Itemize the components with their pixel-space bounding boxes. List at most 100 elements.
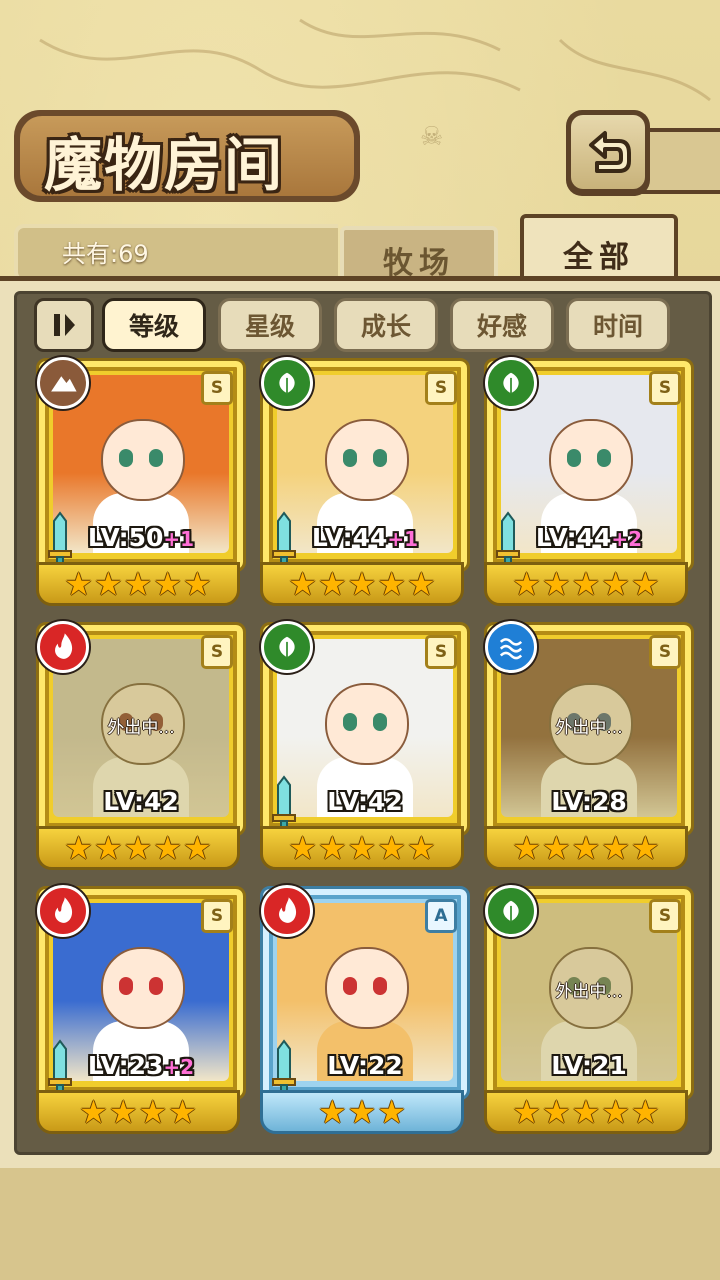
- fire-element-icon: [37, 621, 89, 673]
- sort-level-button[interactable]: 等级: [102, 298, 206, 352]
- star-icon: ★: [512, 829, 541, 867]
- rank-badge: S: [649, 899, 681, 933]
- away-status: 外出中...: [107, 718, 175, 738]
- star-icon: ★: [347, 1093, 377, 1131]
- star-icon: ★: [407, 829, 436, 867]
- star-rating: ★ ★ ★ ★: [36, 1090, 240, 1134]
- star-icon: ★: [407, 565, 436, 603]
- star-icon: ★: [571, 565, 601, 603]
- portrait-eye: [597, 449, 611, 467]
- star-icon: ★: [541, 565, 571, 603]
- monster-card[interactable]: S 外出中... LV:42 ★ ★ ★ ★ ★: [36, 621, 246, 874]
- portrait-eye: [343, 713, 357, 731]
- level-plus: +2: [611, 527, 643, 551]
- level-label: LV:23+2: [39, 1051, 243, 1080]
- level-value: LV:42: [327, 787, 403, 816]
- portrait-eye: [567, 449, 581, 467]
- card-frame: S LV:44+2: [484, 357, 694, 572]
- star-rating: ★ ★ ★: [260, 1090, 464, 1134]
- monster-card[interactable]: S 外出中... LV:21 ★ ★ ★ ★ ★: [484, 885, 694, 1138]
- star-icon: ★: [123, 565, 153, 603]
- star-icon: ★: [347, 565, 377, 603]
- monster-card[interactable]: S LV:42 ★ ★ ★ ★ ★: [260, 621, 470, 874]
- portrait-eye: [343, 977, 357, 995]
- star-icon: ★: [601, 829, 631, 867]
- portrait-face: [549, 419, 633, 501]
- star-icon: ★: [377, 565, 407, 603]
- star-icon: ★: [631, 565, 660, 603]
- monster-card[interactable]: S LV:44+1 ★ ★ ★ ★ ★: [260, 357, 470, 610]
- star-icon: ★: [631, 829, 660, 867]
- star-rating: ★ ★ ★ ★ ★: [484, 562, 688, 606]
- page-title: 魔物房间: [44, 131, 285, 199]
- star-icon: ★: [512, 1093, 541, 1131]
- wood-element-icon: [261, 621, 313, 673]
- sort-time-button[interactable]: 时间: [566, 298, 670, 352]
- title-banner: 魔物房间: [14, 110, 360, 202]
- sort-order-icon: [54, 314, 75, 336]
- star-icon: ★: [317, 565, 347, 603]
- rank-badge: S: [649, 635, 681, 669]
- monster-count: 共有:69: [62, 240, 149, 268]
- portrait-eye: [373, 713, 387, 731]
- star-icon: ★: [153, 829, 183, 867]
- portrait-face: [325, 683, 409, 765]
- monster-card[interactable]: S LV:44+2 ★ ★ ★ ★ ★: [484, 357, 694, 610]
- star-icon: ★: [168, 1093, 197, 1131]
- sort-growth-button[interactable]: 成长: [334, 298, 438, 352]
- star-icon: ★: [601, 1093, 631, 1131]
- card-frame: S LV:23+2: [36, 885, 246, 1100]
- star-icon: ★: [108, 1093, 138, 1131]
- rank-badge: S: [649, 371, 681, 405]
- monster-card[interactable]: S 外出中... LV:28 ★ ★ ★ ★ ★: [484, 621, 694, 874]
- star-icon: ★: [183, 829, 212, 867]
- star-icon: ★: [153, 565, 183, 603]
- star-icon: ★: [288, 829, 317, 867]
- level-label: LV:44+2: [487, 523, 691, 552]
- earth-element-icon: [37, 357, 89, 409]
- monster-card[interactable]: A LV:22 ★ ★ ★: [260, 885, 470, 1138]
- sort-affection-button[interactable]: 好感: [450, 298, 554, 352]
- star-rating: ★ ★ ★ ★ ★: [36, 826, 240, 870]
- card-frame: S LV:44+1: [260, 357, 470, 572]
- portrait-eye: [343, 449, 357, 467]
- rank-badge: S: [201, 635, 233, 669]
- rank-badge: S: [201, 371, 233, 405]
- star-icon: ★: [123, 829, 153, 867]
- rank-badge: A: [425, 899, 457, 933]
- portrait-face: [101, 947, 185, 1029]
- portrait-face: [325, 947, 409, 1029]
- fire-element-icon: [37, 885, 89, 937]
- away-status: 外出中...: [555, 718, 623, 738]
- rank-badge: S: [425, 371, 457, 405]
- monster-card[interactable]: S LV:23+2 ★ ★ ★ ★: [36, 885, 246, 1138]
- monster-card[interactable]: S LV:50+1 ★ ★ ★ ★ ★: [36, 357, 246, 610]
- level-value: LV:44: [311, 523, 388, 552]
- back-button[interactable]: [566, 110, 650, 196]
- star-icon: ★: [138, 1093, 168, 1131]
- back-button-face[interactable]: [571, 115, 645, 189]
- level-label: LV:21: [487, 1051, 691, 1080]
- level-label: LV:44+1: [263, 523, 467, 552]
- sort-order-toggle[interactable]: [34, 298, 94, 352]
- sort-star-button[interactable]: 星级: [218, 298, 322, 352]
- rank-badge: S: [425, 635, 457, 669]
- star-icon: ★: [571, 1093, 601, 1131]
- star-icon: ★: [601, 565, 631, 603]
- star-rating: ★ ★ ★ ★ ★: [260, 562, 464, 606]
- star-icon: ★: [631, 1093, 660, 1131]
- card-frame: S LV:42: [260, 621, 470, 836]
- star-icon: ★: [377, 829, 407, 867]
- star-rating: ★ ★ ★ ★ ★: [484, 826, 688, 870]
- star-icon: ★: [288, 565, 317, 603]
- level-label: LV:22: [263, 1051, 467, 1080]
- card-frame: S 外出中... LV:21: [484, 885, 694, 1100]
- back-arrow-icon: [589, 131, 631, 173]
- level-value: LV:28: [551, 787, 627, 816]
- star-icon: ★: [93, 829, 123, 867]
- level-label: LV:42: [263, 787, 467, 816]
- star-icon: ★: [571, 829, 601, 867]
- level-label: LV:28: [487, 787, 691, 816]
- star-icon: ★: [541, 1093, 571, 1131]
- card-frame: S 外出中... LV:42: [36, 621, 246, 836]
